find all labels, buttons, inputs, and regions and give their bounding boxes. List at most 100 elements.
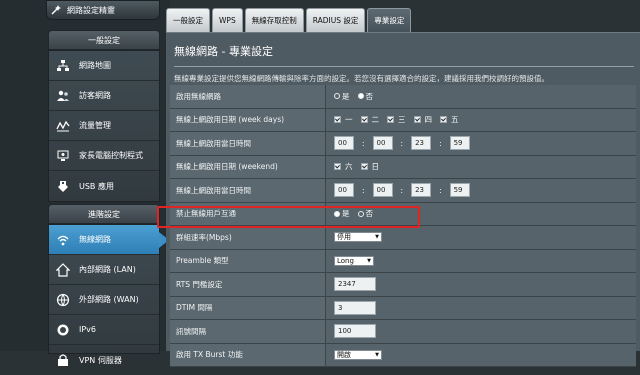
tab-access-control[interactable]: 無線存取控制 — [244, 8, 304, 32]
sidebar-item-label: 流量管理 — [79, 121, 111, 130]
vpn-icon — [55, 352, 71, 368]
weekend-start-hour-input[interactable]: 00 — [334, 183, 354, 198]
lan-icon — [55, 262, 71, 278]
tab-radius[interactable]: RADIUS 設定 — [305, 8, 366, 32]
beacon-interval-input[interactable]: 100 — [334, 324, 376, 339]
setting-label: 無線上網啟用日期 (weekend) — [170, 155, 326, 178]
radio-label: 是 — [342, 91, 350, 101]
sidebar-item-lan[interactable]: 內部網路 (LAN) — [49, 255, 159, 285]
sidebar-item-guest-network[interactable]: 訪客網路 — [49, 81, 159, 111]
sidebar-item-label: USB 應用 — [79, 181, 114, 191]
setting-row-rts: RTS 門檻設定 2347 — [170, 273, 636, 297]
day-label: 六 — [345, 162, 353, 172]
day-label: 一 — [345, 115, 353, 125]
wireless-icon — [55, 232, 71, 248]
setting-label: DTIM 間隔 — [170, 296, 326, 319]
time-separator: : — [362, 138, 365, 148]
setting-row-weekend-days: 無線上網啟用日期 (weekend) 六 日 — [170, 155, 636, 179]
usb-application-icon — [55, 178, 71, 194]
sidebar-item-vpn[interactable]: VPN 伺服器 — [49, 345, 159, 375]
setting-label: 無線上網啟用當日時間 — [170, 179, 326, 202]
sidebar-item-wan[interactable]: 外部網路 (WAN) — [49, 285, 159, 315]
sidebar-item-label: 家長電腦控制程式 — [79, 151, 143, 160]
setting-row-weekday-time: 無線上網啟用當日時間 00: 00: 23: 59 — [170, 132, 636, 156]
weekday-start-hour-input[interactable]: 00 — [334, 136, 354, 151]
sidebar-item-network-map[interactable]: 網路地圖 — [49, 51, 159, 81]
page-title: 無線網路 - 專業設定 — [174, 45, 273, 58]
radio-label: 否 — [365, 91, 374, 101]
setting-label: RTS 門檻設定 — [170, 273, 326, 296]
checkbox-wed[interactable] — [387, 116, 394, 124]
time-separator: : — [439, 185, 442, 195]
enable-radio-yes[interactable]: 是 — [334, 91, 350, 102]
sidebar: 網路設定精靈 一般設定 網路地圖 訪客網路 流量管理 家長電腦控制程式 USB … — [0, 0, 170, 366]
day-label: 五 — [451, 115, 459, 125]
general-nav: 網路地圖 訪客網路 流量管理 家長電腦控制程式 USB 應用 — [48, 50, 160, 202]
guest-network-icon — [55, 88, 71, 104]
traffic-manager-icon — [55, 118, 71, 134]
checkbox-fri[interactable] — [440, 116, 447, 124]
sidebar-item-parental-control[interactable]: 家長電腦控制程式 — [49, 141, 159, 171]
setting-label: 無線上網啟用日期 (week days) — [170, 108, 326, 131]
highlight-box — [157, 206, 420, 228]
select-value: 停用 — [337, 233, 351, 242]
sidebar-item-label: 無線網路 — [79, 235, 111, 244]
checkbox-mon[interactable] — [334, 116, 341, 124]
setting-row-tx-burst: 啟用 TX Burst 功能 開啟 ▼ — [170, 343, 636, 367]
sidebar-item-usb-application[interactable]: USB 應用 — [49, 171, 159, 201]
enable-radio-no[interactable]: 否 — [357, 91, 374, 102]
setting-row-weekend-time: 無線上網啟用當日時間 00: 00: 23: 59 — [170, 179, 636, 203]
day-label: 三 — [398, 115, 406, 125]
day-label: 四 — [424, 115, 433, 125]
checkbox-tue[interactable] — [360, 116, 368, 124]
advanced-nav: 無線網路 內部網路 (LAN) 外部網路 (WAN) IPv6 VPN 伺服器 — [48, 224, 169, 366]
multicast-rate-select[interactable]: 停用 ▼ — [334, 232, 382, 243]
weekend-end-minute-input[interactable]: 59 — [449, 183, 470, 198]
section-general-header: 一般設定 — [48, 30, 160, 50]
checkbox-sat[interactable] — [334, 163, 341, 171]
setting-label: 群組速率(Mbps) — [170, 226, 326, 249]
setting-label: 啟用 TX Burst 功能 — [170, 343, 326, 366]
weekend-start-minute-input[interactable]: 00 — [372, 183, 393, 198]
dtim-interval-input[interactable]: 3 — [334, 300, 376, 315]
sidebar-item-wireless[interactable]: 無線網路 — [49, 225, 169, 255]
sidebar-item-label: VPN 伺服器 — [79, 355, 122, 365]
tab-professional[interactable]: 專業設定 — [367, 8, 412, 32]
sidebar-item-ipv6[interactable]: IPv6 — [49, 315, 159, 345]
setting-label: 啟用無線網路 — [170, 85, 326, 108]
parental-control-icon — [55, 148, 71, 164]
main-panel: 無線網路 - 專業設定 無線專業設定提供您無線網路傳輸與除率方面的設定。若您沒有… — [166, 32, 640, 367]
weekday-end-hour-input[interactable]: 23 — [411, 136, 432, 151]
quick-setup-button[interactable]: 網路設定精靈 — [46, 0, 160, 20]
select-value: Long — [337, 256, 354, 265]
chevron-down-icon: ▼ — [367, 257, 371, 264]
weekday-start-minute-input[interactable]: 00 — [372, 136, 393, 151]
settings-tabs: 一般設定 WPS 無線存取控制 RADIUS 設定 專業設定 — [166, 8, 412, 32]
rts-threshold-input[interactable]: 2347 — [334, 277, 376, 292]
tab-wps[interactable]: WPS — [212, 8, 243, 32]
weekday-end-minute-input[interactable]: 59 — [449, 136, 470, 151]
sidebar-item-label: 訪客網路 — [79, 91, 111, 100]
tx-burst-select[interactable]: 開啟 ▼ — [334, 349, 382, 360]
sidebar-item-traffic-manager[interactable]: 流量管理 — [49, 111, 159, 141]
setting-row-multicast-rate: 群組速率(Mbps) 停用 ▼ — [170, 226, 636, 250]
setting-label: 訊號間隔 — [170, 320, 326, 343]
time-separator: : — [439, 138, 442, 148]
time-separator: : — [362, 185, 365, 195]
section-advanced-header: 進階設定 — [48, 204, 160, 224]
checkbox-sun[interactable] — [360, 163, 368, 171]
setting-row-dtim: DTIM 間隔 3 — [170, 296, 636, 320]
setting-row-enable-radio: 啟用無線網路 是 否 — [170, 85, 636, 109]
setting-row-preamble: Preamble 類型 Long ▼ — [170, 249, 636, 273]
preamble-select[interactable]: Long ▼ — [334, 255, 374, 266]
sidebar-item-label: 內部網路 (LAN) — [79, 265, 136, 274]
weekend-end-hour-input[interactable]: 23 — [411, 183, 432, 198]
chevron-down-icon: ▼ — [375, 351, 379, 358]
radio-dot — [334, 93, 340, 100]
radio-dot — [357, 93, 364, 100]
time-separator: : — [400, 185, 404, 195]
sidebar-item-label: IPv6 — [79, 325, 97, 334]
checkbox-thu[interactable] — [413, 116, 421, 124]
setting-row-beacon: 訊號間隔 100 — [170, 320, 636, 344]
tab-general[interactable]: 一般設定 — [166, 8, 210, 32]
